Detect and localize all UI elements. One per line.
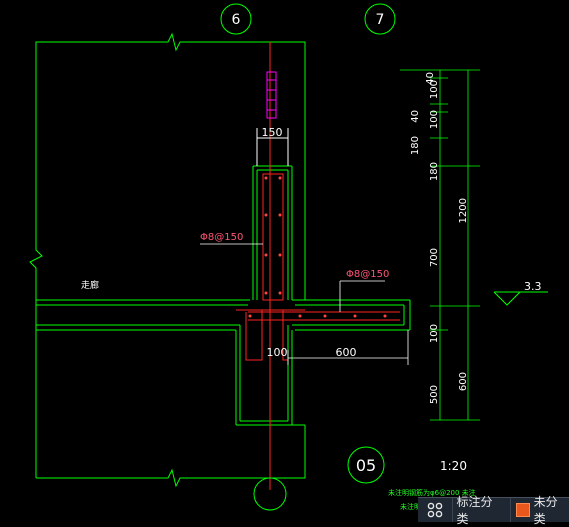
dim-total-1: 600 [458, 372, 469, 391]
dim-right-3: 100 [429, 110, 440, 129]
grid-icon-glyph [427, 502, 443, 518]
scale-text: 1:20 [440, 459, 467, 473]
annotation-category-button[interactable]: 标注分类 [451, 495, 511, 526]
unclassified-button[interactable]: 未分类 [511, 495, 569, 526]
dim-beam-ext: 100 [267, 346, 288, 359]
dim-right-4: 180 [410, 136, 421, 155]
dim-right-8: 500 [429, 385, 440, 404]
dim-wall-width-text: 150 [262, 126, 283, 139]
axis-bubble-7: 7 [364, 3, 396, 35]
dim-right-1: 100 [429, 80, 440, 99]
unclassified-swatch-icon [515, 503, 530, 517]
dim-right-2: 40 [410, 110, 421, 123]
elevation-text: 3.3 [524, 280, 542, 293]
annotation-category-label: 标注分类 [456, 495, 493, 526]
rebar-cage [245, 173, 400, 361]
axis-label-6: 6 [232, 12, 241, 28]
axis-label-7: 7 [376, 12, 385, 28]
dim-right-5: 180 [429, 162, 440, 181]
dim-beam-length: 600 [336, 346, 357, 359]
status-taskbar: 标注分类 未分类 [418, 495, 569, 526]
cad-drawing: 6 7 150 Φ8@150 Φ8@150 走廊 100 600 40 100 … [29, 3, 548, 511]
detail-number: 05 [356, 456, 376, 475]
unclassified-label: 未分类 [533, 495, 558, 526]
rebar-label-horizontal: Φ8@150 [346, 269, 389, 280]
corridor-label: 走廊 [81, 279, 99, 291]
rebar-label-vertical: Φ8@150 [200, 232, 243, 243]
highlight-marker [266, 71, 277, 119]
elevation-symbol [493, 291, 548, 306]
grid-icon[interactable] [418, 498, 452, 522]
dim-right-6: 700 [429, 248, 440, 267]
dim-total-0: 1200 [458, 198, 469, 223]
detail-bubble: 05 [347, 446, 385, 484]
dim-right-7: 100 [429, 324, 440, 343]
rebar-dots [248, 176, 387, 318]
axis-bubble-6: 6 [220, 3, 252, 35]
plan-outline [29, 32, 411, 488]
